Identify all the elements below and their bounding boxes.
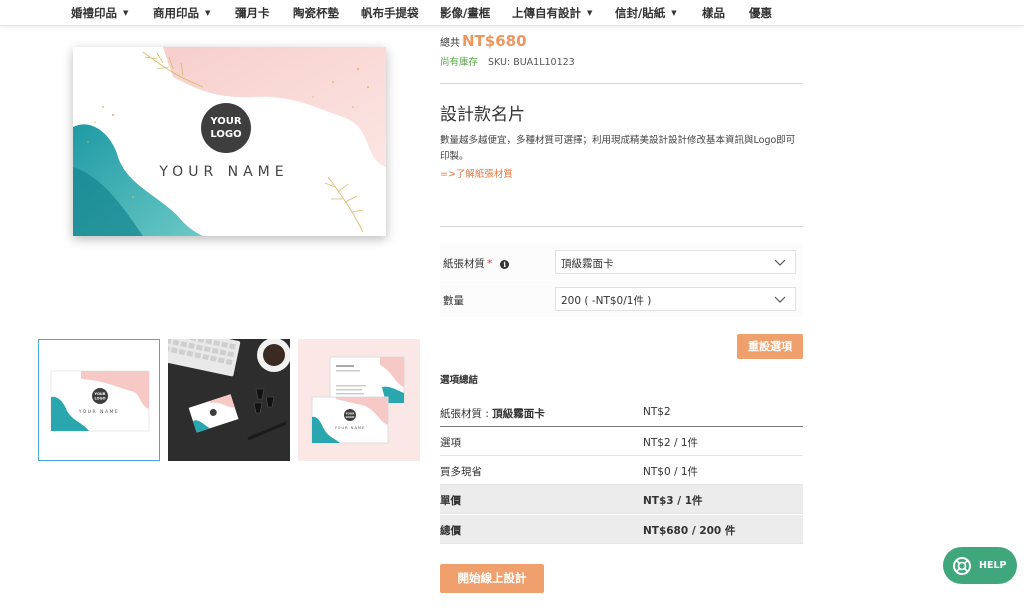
summary-label-value: 頂級霧面卡 <box>492 408 545 420</box>
thumb-logo-line2: LOGO <box>346 415 355 419</box>
nav-label: 樣品 <box>702 6 725 20</box>
nav-label: 帆布手提袋 <box>361 6 419 20</box>
option-row-paper: 紙張材質 * i 頂級霧面卡 <box>440 244 803 280</box>
summary-value: NT$2 <box>643 406 671 418</box>
reset-options-button[interactable]: 重設選項 <box>737 334 803 359</box>
start-design-button[interactable]: 開始線上設計 <box>440 564 544 593</box>
summary-value: NT$680 / 200 件 <box>643 525 736 537</box>
quantity-option-label: 數量 <box>443 295 464 307</box>
thumbnail-card-pair[interactable]: YOUR LOGO YOUR NAME <box>298 339 420 461</box>
quantity-select-value: 200 ( -NT$0/1件 ) <box>561 295 652 307</box>
business-card-artwork: YOUR LOGO YOUR NAME <box>73 47 386 236</box>
nav-label: 影像/畫框 <box>440 6 491 20</box>
paper-select[interactable]: 頂級霧面卡 <box>555 250 796 274</box>
thumb-name-text: YOUR NAME <box>335 426 366 430</box>
option-row-quantity: 數量 200 ( -NT$0/1件 ) <box>440 281 803 317</box>
nav-item-upload[interactable]: 上傳自有設計 ▼ <box>512 5 592 21</box>
summary-row: 買多現省 NT$0 / 1件 <box>440 456 803 485</box>
nav-label: 信封/貼紙 <box>615 6 666 20</box>
chevron-down-icon <box>774 296 786 303</box>
top-nav: 婚禮印品 ▼ 商用印品 ▼ 彌月卡 陶瓷杯墊 帆布手提袋 影像/畫框 上傳自有設計 ▼… <box>0 0 1024 26</box>
nav-label: 彌月卡 <box>235 6 270 20</box>
logo-text-line1: YOUR <box>209 116 242 127</box>
nav-item-coaster[interactable]: 陶瓷杯墊 <box>293 5 339 21</box>
nav-item-frames[interactable]: 影像/畫框 <box>440 5 490 21</box>
thumbnail-desk-scene[interactable] <box>168 339 290 461</box>
logo-text-line2: LOGO <box>210 129 241 140</box>
thumb-logo-line2: LOGO <box>95 397 106 401</box>
divider <box>440 226 803 227</box>
info-icon[interactable]: i <box>500 260 510 269</box>
summary-title: 選項總結 <box>440 375 479 386</box>
help-label: HELP <box>979 560 1007 571</box>
stock-status: 尚有庫存 <box>440 57 479 68</box>
summary-value: NT$3 / 1件 <box>643 495 703 507</box>
nav-item-envelope[interactable]: 信封/貼紙 ▼ <box>615 5 677 21</box>
summary-row: 紙張材質 : 頂級霧面卡 NT$2 <box>440 398 803 427</box>
nav-item-baby-card[interactable]: 彌月卡 <box>235 5 270 21</box>
total-price: NT$680 <box>462 32 527 50</box>
nav-label: 優惠 <box>749 6 772 20</box>
required-mark: * <box>487 258 493 270</box>
divider <box>440 83 803 84</box>
summary-label: 選項 <box>440 437 461 449</box>
paper-option-label: 紙張材質 * i <box>443 256 510 271</box>
total-price-row: 總共 NT$680 <box>440 31 527 50</box>
summary-label: 單價 <box>440 495 461 507</box>
caret-down-icon: ▼ <box>123 9 129 17</box>
lifebuoy-icon <box>953 557 971 575</box>
stock-row: 尚有庫存 SKU: BUA1L10123 <box>440 54 575 68</box>
thumbnail-image <box>168 339 290 461</box>
thumbnail-image: YOUR LOGO YOUR NAME <box>298 339 420 461</box>
paper-label-text: 紙張材質 <box>443 258 485 270</box>
product-description: 數量越多越便宜，多種材質可選擇；利用現成精美設計設計修改基本資訊與Logo即可印… <box>440 135 796 162</box>
sku-text: SKU: BUA1L10123 <box>488 57 575 68</box>
caret-down-icon: ▼ <box>205 9 211 17</box>
summary-value: NT$0 / 1件 <box>643 466 699 478</box>
nav-item-business[interactable]: 商用印品 ▼ <box>153 5 210 21</box>
summary-row: 選項 NT$2 / 1件 <box>440 427 803 456</box>
summary-label: 買多現省 <box>440 466 482 478</box>
nav-label: 上傳自有設計 <box>512 6 581 20</box>
chevron-down-icon <box>774 259 786 266</box>
help-button[interactable]: HELP <box>943 547 1017 584</box>
nav-item-wedding[interactable]: 婚禮印品 ▼ <box>71 5 128 21</box>
thumbnail-image: YOUR LOGO YOUR NAME <box>39 340 159 460</box>
summary-label: 總價 <box>440 525 461 537</box>
summary-label-prefix: 紙張材質 : <box>440 408 493 420</box>
total-label: 總共 <box>440 38 460 49</box>
paper-info-link[interactable]: =>了解紙張材質 <box>440 166 513 180</box>
nav-label: 陶瓷杯墊 <box>293 6 339 20</box>
summary-row-total: 總價 NT$680 / 200 件 <box>440 515 803 544</box>
nav-item-tote-bag[interactable]: 帆布手提袋 <box>361 5 419 21</box>
nav-label: 商用印品 <box>153 6 199 20</box>
summary-value: NT$2 / 1件 <box>643 437 699 449</box>
caret-down-icon: ▼ <box>671 9 677 17</box>
quantity-select[interactable]: 200 ( -NT$0/1件 ) <box>555 287 796 311</box>
main-product-image: YOUR LOGO YOUR NAME <box>73 47 386 236</box>
thumb-name-text: YOUR NAME <box>78 409 120 415</box>
nav-label: 婚禮印品 <box>71 6 117 20</box>
product-title: 設計款名片 <box>440 105 525 125</box>
paper-select-value: 頂級霧面卡 <box>561 258 614 270</box>
summary-label: 紙張材質 : 頂級霧面卡 <box>440 406 545 421</box>
summary-row-unit-price: 單價 NT$3 / 1件 <box>440 485 803 514</box>
nav-item-samples[interactable]: 樣品 <box>702 5 725 21</box>
caret-down-icon: ▼ <box>587 9 593 17</box>
card-name-text: YOUR NAME <box>158 164 288 180</box>
thumbnail-card-front[interactable]: YOUR LOGO YOUR NAME <box>38 339 160 461</box>
thumb-logo-line1: YOUR <box>94 392 106 396</box>
nav-item-promo[interactable]: 優惠 <box>749 5 772 21</box>
